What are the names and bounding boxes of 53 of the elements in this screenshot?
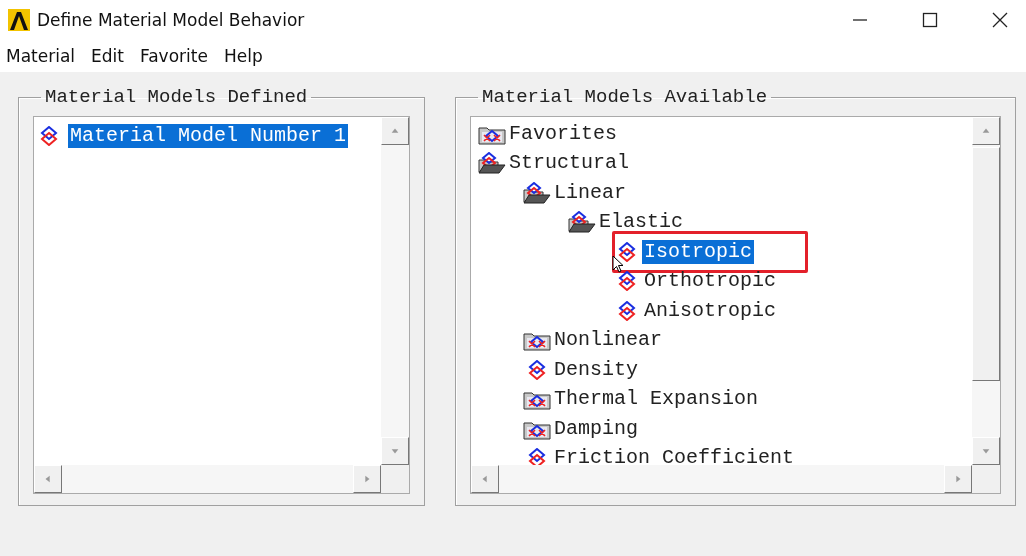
material-icon [40,126,58,146]
close-icon[interactable] [992,12,1008,28]
tree-item[interactable]: Favorites [507,121,620,146]
caret-icon [981,446,991,456]
tree-item[interactable]: Structural [507,151,632,176]
scrollbar-corner [972,465,1000,493]
window-title: Define Material Model Behavior [37,10,305,30]
maximize-icon[interactable] [922,12,938,28]
tree-item[interactable]: Density [552,357,640,382]
menu-item[interactable]: Help [219,46,269,66]
material-icon [618,300,636,321]
group-title: Material Models Available [481,86,769,108]
scroll-right-button[interactable] [353,465,381,493]
horizontal-scrollbar[interactable] [34,465,381,493]
caret-icon [480,474,490,484]
tree-item[interactable]: Friction Coefficient [552,446,797,465]
caret-icon [362,474,372,484]
scroll-up-button[interactable] [972,117,1000,145]
scrollbar-corner [381,465,409,493]
group-title: Material Models Defined [44,86,309,108]
tree-item[interactable]: Damping [552,416,640,441]
material-icon [618,271,636,292]
tree-item[interactable]: Isotropic [642,239,755,264]
caret-icon [390,126,400,136]
caret-icon [390,446,400,456]
scroll-up-button[interactable] [381,117,409,145]
scroll-thumb[interactable] [972,147,1000,381]
tree-item[interactable]: Anisotropic [642,298,779,323]
tree-item[interactable]: Nonlinear [552,328,665,353]
menu-item[interactable]: Edit [87,46,130,66]
mouse-cursor-icon [612,255,624,273]
scroll-down-button[interactable] [972,437,1000,465]
scroll-left-button[interactable] [34,465,62,493]
tree-item[interactable]: Linear [552,180,628,205]
menu-item[interactable]: Favorite [136,46,214,66]
material-icon [528,448,546,465]
caret-icon [981,126,991,136]
tree-item[interactable]: Orthotropic [642,269,779,294]
app-logo-icon [8,9,30,31]
material-icon [618,241,636,262]
scroll-left-button[interactable] [471,465,499,493]
vertical-scrollbar[interactable] [972,117,1000,465]
vertical-scrollbar[interactable] [381,117,409,465]
tree-item[interactable]: Thermal Expansion [552,387,761,412]
tree-item[interactable]: Elastic [597,210,685,235]
scroll-right-button[interactable] [944,465,972,493]
horizontal-scrollbar[interactable] [471,465,972,493]
material-icon [528,359,546,380]
scroll-down-button[interactable] [381,437,409,465]
caret-icon [43,474,53,484]
menu-item[interactable]: Material [2,46,82,66]
list-item[interactable]: Material Model Number 1 [68,124,349,148]
caret-icon [953,474,963,484]
